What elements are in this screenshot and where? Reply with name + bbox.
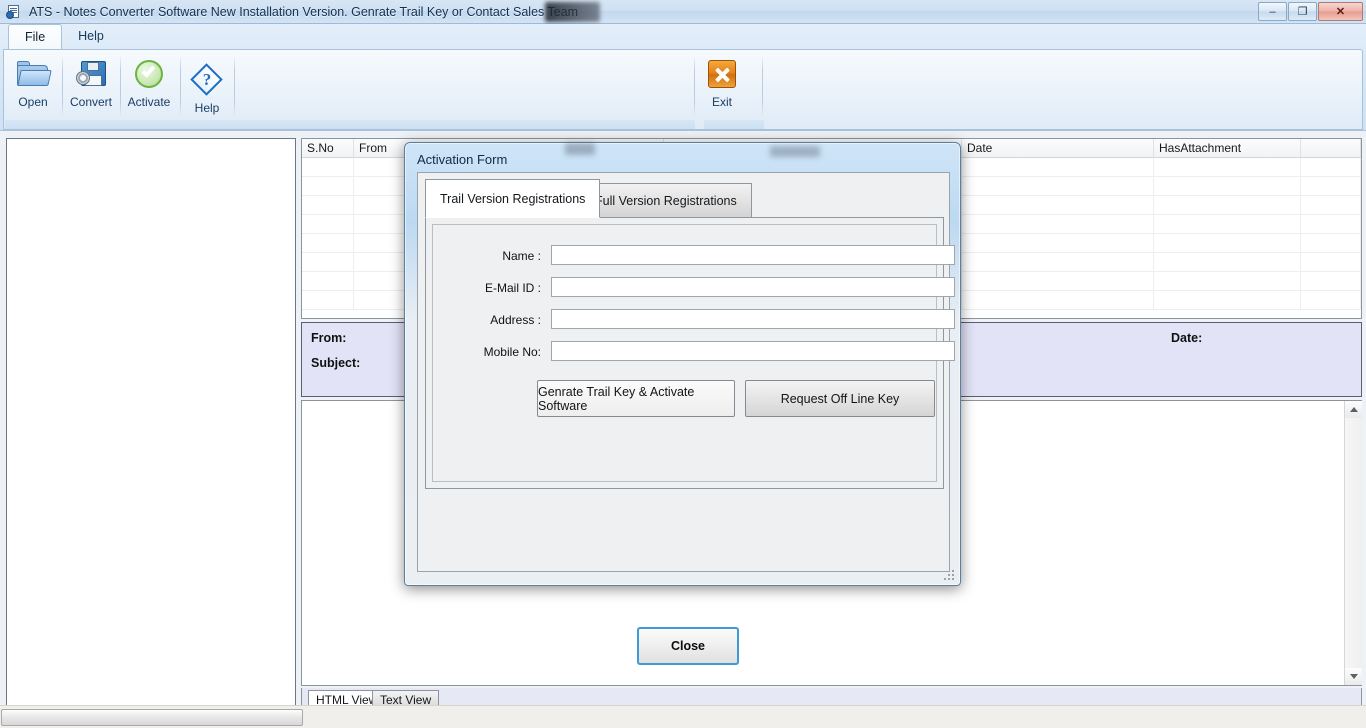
dialog-redaction-2 (770, 146, 820, 157)
orange-x-icon (705, 57, 739, 91)
from-label: From: (311, 331, 347, 345)
bottom-horizontal-scrollbar[interactable] (0, 705, 1366, 728)
name-input[interactable] (551, 245, 955, 265)
address-label: Address : (490, 313, 541, 327)
column-header-date[interactable]: Date (962, 139, 1154, 157)
field-row-mobile: Mobile No: (433, 341, 955, 366)
registration-fields-panel: Name : E-Mail ID : Address : Mobile No: … (432, 224, 955, 482)
floppy-gear-icon (74, 57, 108, 91)
request-offline-key-button[interactable]: Request Off Line Key (745, 380, 935, 417)
ribbon-group-divider (694, 55, 695, 117)
exit-button-label: Exit (711, 95, 732, 109)
ribbon-tab-file[interactable]: File (8, 24, 63, 49)
window-title: ATS - Notes Converter Software New Insta… (29, 4, 579, 19)
horizontal-scroll-thumb[interactable] (1, 709, 303, 726)
help-diamond-icon: ? (190, 63, 224, 97)
ribbon-body: Open Convert Activate ? Help Exit (3, 49, 1363, 130)
dialog-redaction-1 (565, 143, 595, 155)
tab-full-version-registrations[interactable]: Full Version Registrations (580, 183, 752, 218)
application-window: ATS - Notes Converter Software New Insta… (0, 0, 1366, 728)
close-window-button[interactable]: ✕ (1318, 2, 1363, 21)
activation-form-dialog: Activation Form Trail Version Registrati… (404, 142, 961, 665)
dialog-tab-strip: Trail Version Registrations Full Version… (425, 179, 955, 529)
folder-icon (16, 57, 52, 91)
help-button[interactable]: ? Help (178, 51, 236, 122)
green-check-icon (132, 57, 166, 91)
dialog-title: Activation Form (417, 152, 508, 167)
generate-trail-key-button[interactable]: Genrate Trail Key & Activate Software (537, 380, 735, 417)
help-button-label: Help (194, 101, 220, 115)
ribbon-group-divider-2 (762, 55, 763, 117)
convert-button[interactable]: Convert (62, 51, 120, 122)
minimize-button[interactable]: – (1258, 2, 1287, 21)
column-header-sno[interactable]: S.No (302, 139, 354, 157)
ribbon-tab-help[interactable]: Help (62, 24, 120, 49)
exit-button[interactable]: Exit (696, 51, 748, 122)
mobile-label: Mobile No: (483, 345, 541, 359)
restore-button[interactable]: ❐ (1288, 2, 1317, 21)
tab-trail-version-registrations[interactable]: Trail Version Registrations (425, 179, 601, 218)
ribbon-group-exit: Exit (696, 51, 748, 122)
subject-label: Subject: (311, 356, 361, 370)
folder-tree-panel[interactable] (6, 138, 296, 710)
title-redaction (545, 2, 600, 22)
column-header-hasattachment[interactable]: HasAttachment (1154, 139, 1301, 157)
scroll-track[interactable] (1345, 418, 1362, 668)
ribbon-tab-strip: File Help (8, 24, 120, 49)
open-button[interactable]: Open (4, 51, 62, 122)
title-bar: ATS - Notes Converter Software New Insta… (0, 0, 1366, 24)
app-icon (6, 4, 22, 20)
ribbon: File Help Open Convert Activate ? Help E… (0, 24, 1366, 131)
scroll-down-icon[interactable] (1345, 668, 1362, 685)
resize-grip-icon[interactable] (944, 570, 956, 582)
address-input[interactable] (551, 309, 955, 329)
scroll-up-icon[interactable] (1345, 401, 1362, 418)
column-header-filler[interactable] (1301, 139, 1361, 157)
open-button-label: Open (18, 95, 48, 109)
window-controls: – ❐ ✕ (1258, 2, 1363, 21)
ribbon-group-file-actions: Open Convert Activate ? Help (4, 51, 236, 122)
viewer-vertical-scrollbar[interactable] (1344, 401, 1362, 685)
email-input[interactable] (551, 277, 955, 297)
field-row-email: E-Mail ID : (433, 277, 955, 302)
date-label: Date: (1171, 331, 1203, 345)
activate-button-label: Activate (127, 95, 171, 109)
field-row-name: Name : (433, 245, 955, 270)
email-label: E-Mail ID : (484, 281, 541, 295)
dialog-tab-page: Name : E-Mail ID : Address : Mobile No: … (425, 217, 955, 489)
activate-button[interactable]: Activate (120, 51, 178, 122)
dialog-body: Trail Version Registrations Full Version… (417, 172, 955, 572)
dialog-close-button[interactable]: Close (637, 627, 739, 665)
convert-button-label: Convert (69, 95, 113, 109)
field-row-address: Address : (433, 309, 955, 334)
mobile-input[interactable] (551, 341, 955, 361)
name-label: Name : (502, 249, 541, 263)
